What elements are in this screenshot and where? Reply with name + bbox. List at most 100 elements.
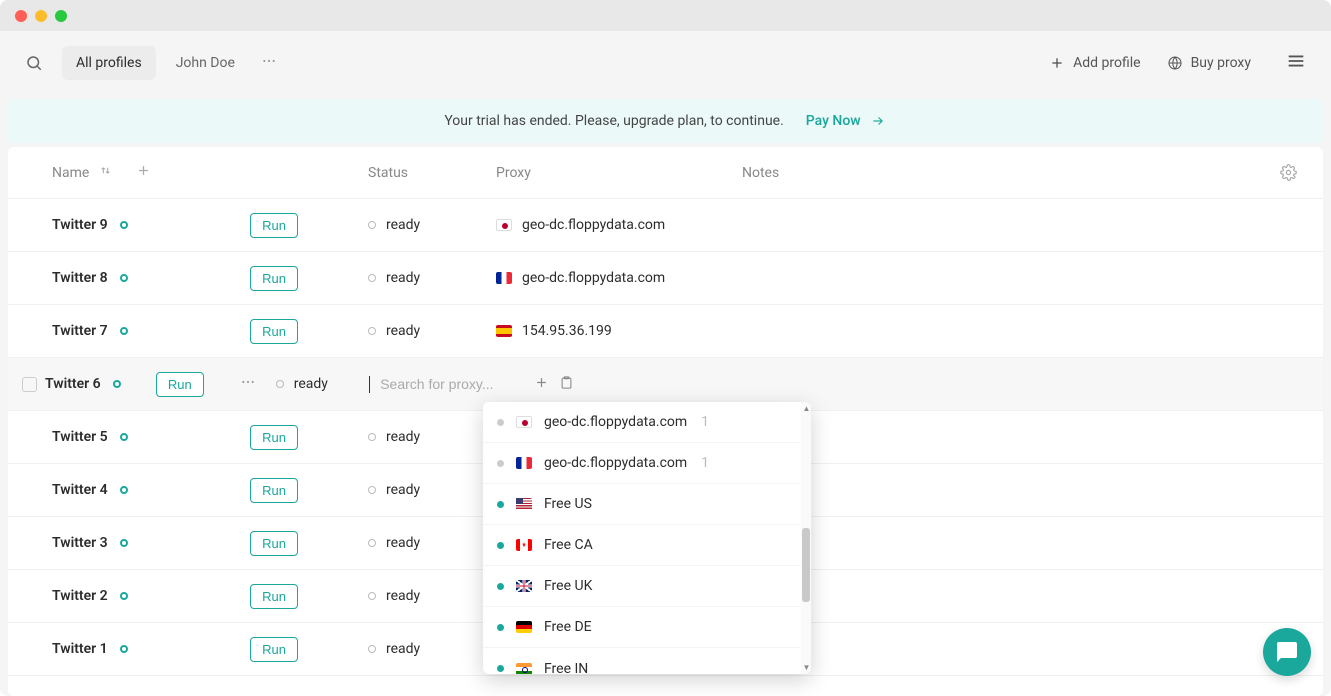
profile-name[interactable]: Twitter 9: [52, 217, 108, 233]
run-button[interactable]: Run: [250, 266, 298, 291]
proxy-option-label: Free IN: [544, 661, 588, 675]
proxy-option[interactable]: Free US: [483, 484, 801, 525]
paste-proxy-icon[interactable]: [559, 375, 574, 394]
status-text: ready: [386, 482, 420, 498]
run-button[interactable]: Run: [250, 584, 298, 609]
add-proxy-icon[interactable]: [534, 375, 549, 394]
close-window-icon[interactable]: [15, 10, 27, 22]
app-window: All profiles John Doe Add profile Buy pr…: [0, 0, 1331, 696]
column-notes-header: Notes: [742, 165, 779, 181]
add-profile-button[interactable]: Add profile: [1045, 49, 1144, 77]
status-text: ready: [386, 429, 420, 445]
scroll-thumb[interactable]: [802, 528, 810, 602]
profile-name[interactable]: Twitter 7: [52, 323, 108, 339]
pay-now-label: Pay Now: [806, 113, 861, 129]
arrow-right-icon: [869, 114, 887, 128]
status-text: ready: [386, 323, 420, 339]
workspace-tabs: All profiles John Doe: [62, 46, 283, 80]
search-icon[interactable]: [24, 53, 44, 73]
status-text: ready: [294, 376, 328, 392]
scroll-down-icon[interactable]: ▼: [803, 663, 811, 672]
run-button[interactable]: Run: [250, 637, 298, 662]
run-button[interactable]: Run: [250, 531, 298, 556]
flag-es-icon: [496, 325, 512, 337]
flag-fr-icon: [496, 272, 512, 284]
profile-name[interactable]: Twitter 2: [52, 588, 108, 604]
run-button[interactable]: Run: [250, 319, 298, 344]
proxy-dropdown: geo-dc.floppydata.com 1 geo-dc.floppydat…: [483, 402, 811, 674]
proxy-text: geo-dc.floppydata.com: [522, 270, 665, 286]
scroll-up-icon[interactable]: ▲: [803, 404, 811, 413]
proxy-option-label: Free CA: [544, 537, 593, 553]
flag-us-icon: [516, 498, 532, 510]
proxy-option[interactable]: Free CA: [483, 525, 801, 566]
buy-proxy-button[interactable]: Buy proxy: [1163, 49, 1255, 77]
status-text: ready: [386, 641, 420, 657]
minimize-window-icon[interactable]: [35, 10, 47, 22]
proxy-option[interactable]: geo-dc.floppydata.com 1: [483, 443, 801, 484]
proxy-option[interactable]: Free UK: [483, 566, 801, 607]
profile-name[interactable]: Twitter 5: [52, 429, 108, 445]
proxy-search-input[interactable]: [380, 376, 520, 392]
status-text: ready: [386, 270, 420, 286]
profile-name[interactable]: Twitter 4: [52, 482, 108, 498]
status-indicator-icon: [120, 327, 128, 335]
column-status-header: Status: [368, 165, 408, 181]
tab-all-profiles[interactable]: All profiles: [62, 46, 156, 80]
buy-proxy-label: Buy proxy: [1191, 55, 1251, 71]
proxy-option[interactable]: geo-dc.floppydata.com 1: [483, 402, 801, 443]
menu-icon[interactable]: [1285, 50, 1307, 76]
status-indicator-icon: [120, 274, 128, 282]
run-button[interactable]: Run: [156, 372, 204, 397]
profile-name[interactable]: Twitter 1: [52, 641, 108, 657]
titlebar: [0, 0, 1331, 31]
status-dot-icon: [368, 221, 376, 229]
status-text: ready: [386, 535, 420, 551]
trial-banner: Your trial has ended. Please, upgrade pl…: [8, 99, 1323, 143]
proxy-option-label: geo-dc.floppydata.com: [544, 455, 687, 471]
proxy-text: geo-dc.floppydata.com: [522, 217, 665, 233]
proxy-option[interactable]: Free IN: [483, 648, 801, 674]
proxy-option-label: Free UK: [544, 578, 592, 594]
table-header: Name Status Proxy Notes: [8, 147, 1323, 199]
run-button[interactable]: Run: [250, 478, 298, 503]
status-text: ready: [386, 217, 420, 233]
status-dot-icon: [497, 419, 504, 426]
table-row: Twitter 9 Run ⋯ ready geo-dc.floppydata.…: [8, 199, 1323, 252]
pay-now-button[interactable]: Pay Now: [806, 113, 887, 129]
text-cursor: [369, 376, 370, 393]
flag-in-icon: [516, 663, 532, 675]
flag-de-icon: [516, 621, 532, 633]
tab-user[interactable]: John Doe: [162, 46, 249, 80]
status-text: ready: [386, 588, 420, 604]
row-more-icon[interactable]: [240, 374, 256, 394]
add-profile-label: Add profile: [1073, 55, 1140, 71]
flag-fr-icon: [516, 457, 532, 469]
flag-jp-icon: [516, 416, 532, 428]
proxy-option[interactable]: Free DE: [483, 607, 801, 648]
column-proxy-header: Proxy: [496, 165, 531, 181]
run-button[interactable]: Run: [250, 425, 298, 450]
flag-uk-icon: [516, 580, 532, 592]
status-indicator-icon: [113, 380, 121, 388]
topbar: All profiles John Doe Add profile Buy pr…: [0, 31, 1331, 95]
profile-name[interactable]: Twitter 6: [45, 376, 101, 392]
run-button[interactable]: Run: [250, 213, 298, 238]
profile-name[interactable]: Twitter 8: [52, 270, 108, 286]
column-name-header[interactable]: Name: [52, 165, 89, 181]
proxy-option-count: 1: [701, 414, 709, 430]
sort-icon[interactable]: [99, 164, 112, 181]
more-tabs-icon[interactable]: [255, 47, 283, 79]
profiles-table: Name Status Proxy Notes Twitter 9 Run: [8, 147, 1323, 696]
table-settings-icon[interactable]: [1269, 164, 1309, 181]
proxy-option-label: geo-dc.floppydata.com: [544, 414, 687, 430]
dropdown-scrollbar[interactable]: ▲ ▼: [801, 402, 811, 674]
maximize-window-icon[interactable]: [55, 10, 67, 22]
add-column-icon[interactable]: [136, 163, 151, 182]
row-checkbox[interactable]: [22, 377, 37, 392]
profile-name[interactable]: Twitter 3: [52, 535, 108, 551]
proxy-option-label: Free DE: [544, 619, 592, 635]
chat-widget-button[interactable]: [1263, 628, 1311, 676]
table-row: Twitter 7 Run ⋯ ready 154.95.36.199: [8, 305, 1323, 358]
flag-ca-icon: [516, 539, 532, 551]
